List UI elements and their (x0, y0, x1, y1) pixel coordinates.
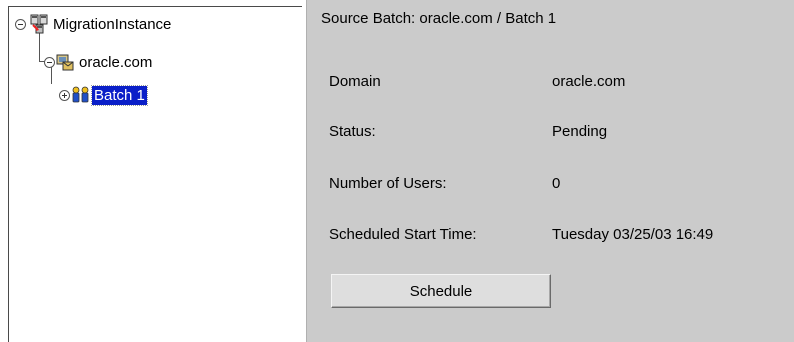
domain-icon (56, 54, 74, 71)
status-label: Status: (329, 123, 376, 140)
number-of-users-label: Number of Users: (329, 175, 447, 192)
collapse-toggle-icon[interactable] (15, 18, 26, 30)
expand-toggle-icon[interactable] (59, 89, 70, 101)
schedule-button[interactable]: Schedule (331, 274, 551, 308)
number-of-users-value: 0 (552, 175, 561, 192)
tree-connector (39, 33, 40, 61)
tree-item-migration-instance[interactable]: MigrationInstance (15, 13, 173, 35)
panel-title: Source Batch: oracle.com / Batch 1 (321, 10, 557, 27)
collapse-toggle-icon[interactable] (44, 56, 55, 68)
tree-item-batch-1[interactable]: Batch 1 (59, 84, 148, 106)
tree-item-label: MigrationInstance (53, 15, 172, 33)
detail-panel: Source Batch: oracle.com / Batch 1 Domai… (306, 0, 794, 342)
tree-item-label: Batch 1 (91, 84, 148, 106)
users-group-icon (72, 86, 89, 103)
tree-item-label: oracle.com (79, 53, 153, 71)
domain-label: Domain (329, 73, 381, 90)
navigation-tree[interactable]: MigrationInstance oracle.com Batch 1 (8, 6, 302, 342)
domain-value: oracle.com (552, 73, 626, 90)
scheduled-start-time-value: Tuesday 03/25/03 16:49 (552, 226, 714, 243)
scheduled-start-time-label: Scheduled Start Time: (329, 226, 477, 243)
status-value: Pending (552, 123, 608, 140)
server-instance-icon (30, 14, 48, 34)
tree-item-oracle-com[interactable]: oracle.com (44, 51, 154, 73)
